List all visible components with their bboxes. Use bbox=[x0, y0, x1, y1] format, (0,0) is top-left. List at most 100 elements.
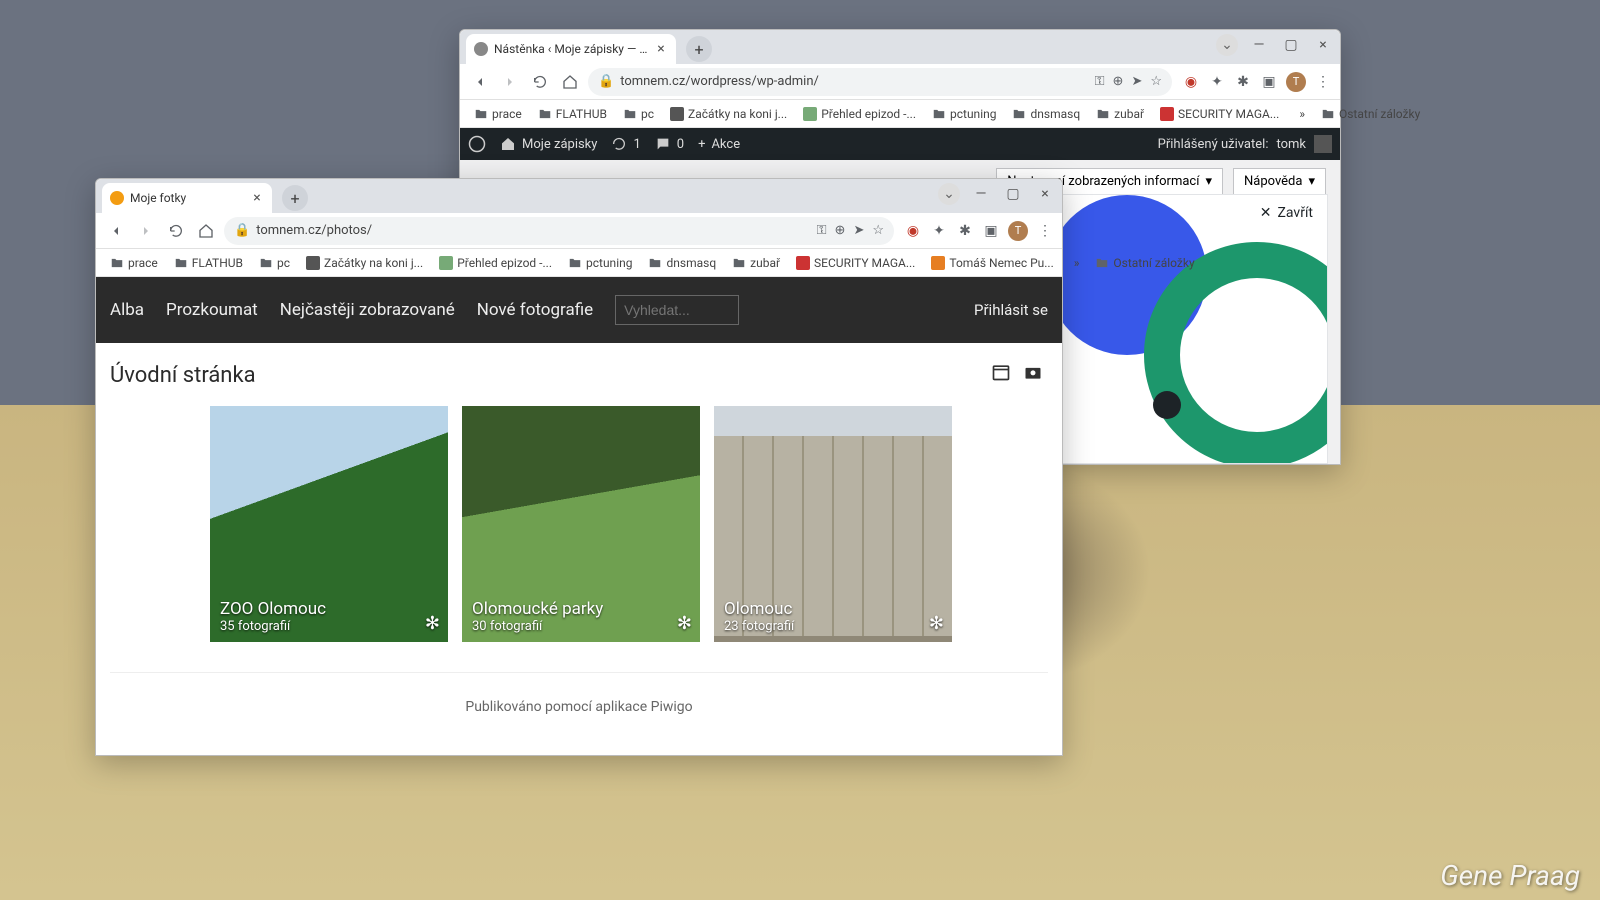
extension-icon[interactable]: ✦ bbox=[1208, 73, 1226, 91]
kebab-menu-icon[interactable]: ⋮ bbox=[1314, 73, 1332, 91]
bookmark-item[interactable]: SECURITY MAGA... bbox=[790, 254, 921, 272]
browser-tab[interactable]: Moje fotky × bbox=[102, 183, 272, 213]
wp-logo-icon[interactable] bbox=[468, 135, 486, 153]
extensions-menu-icon[interactable]: ✱ bbox=[956, 222, 974, 240]
bookmarks-overflow[interactable]: » bbox=[1068, 254, 1086, 272]
maximize-button[interactable]: ▢ bbox=[1280, 34, 1302, 56]
bookmark-folder[interactable]: pc bbox=[253, 254, 296, 272]
close-button[interactable]: × bbox=[1034, 183, 1056, 205]
wp-comments[interactable]: 0 bbox=[655, 136, 684, 152]
nav-new-photos[interactable]: Nové fotografie bbox=[477, 300, 593, 320]
bookmark-item[interactable]: Začátky na koni j... bbox=[664, 105, 793, 123]
tab-strip: Nástěnka ‹ Moje zápisky — W × + ⌄ — ▢ × bbox=[460, 30, 1340, 64]
back-button[interactable] bbox=[104, 219, 128, 243]
album-count: 23 fotografií bbox=[724, 619, 942, 634]
globe-icon bbox=[474, 42, 488, 56]
nav-explore[interactable]: Prozkoumat bbox=[166, 300, 258, 320]
zoom-icon[interactable]: ⊕ bbox=[835, 223, 846, 238]
album-grid: ZOO Olomouc 35 fotografií ✻ Olomoucké pa… bbox=[110, 406, 1048, 642]
bookmarks-overflow[interactable]: » bbox=[1293, 105, 1311, 123]
bookmark-folder[interactable]: FLATHUB bbox=[532, 105, 613, 123]
chrome-profile-icon[interactable]: ⌄ bbox=[938, 183, 960, 205]
forward-button[interactable] bbox=[134, 219, 158, 243]
other-bookmarks[interactable]: Ostatní záložky bbox=[1089, 254, 1200, 272]
key-icon[interactable]: ⚿ bbox=[1095, 74, 1105, 89]
calendar-icon[interactable] bbox=[990, 361, 1012, 383]
bookmark-item[interactable]: SECURITY MAGA... bbox=[1154, 105, 1285, 123]
extensions-area: ◉ ✦ ✱ ▣ T ⋮ bbox=[1178, 72, 1332, 92]
nav-albums[interactable]: Alba bbox=[110, 300, 144, 320]
close-button[interactable]: × bbox=[1312, 34, 1334, 56]
bookmark-folder[interactable]: pctuning bbox=[562, 254, 638, 272]
piwigo-nav: Alba Prozkoumat Nejčastěji zobrazované N… bbox=[96, 277, 1062, 343]
address-bar[interactable]: 🔒 tomnem.cz/photos/ ⚿ ⊕ ➤ ☆ bbox=[224, 217, 894, 245]
browser-tab[interactable]: Nástěnka ‹ Moje zápisky — W × bbox=[466, 34, 676, 64]
minimize-button[interactable]: — bbox=[970, 183, 992, 205]
sidepanel-icon[interactable]: ▣ bbox=[1260, 73, 1278, 91]
chrome-profile-icon[interactable]: ⌄ bbox=[1216, 34, 1238, 56]
new-tab-button[interactable]: + bbox=[686, 36, 712, 62]
star-icon[interactable]: ☆ bbox=[872, 223, 884, 238]
desktop-watermark: Gene Praag bbox=[1440, 859, 1580, 892]
login-link[interactable]: Přihlásit se bbox=[974, 301, 1048, 319]
lock-icon: 🔒 bbox=[598, 74, 614, 89]
piwigo-content: Úvodní stránka ZOO Olomouc 35 fotografií… bbox=[96, 343, 1062, 755]
wp-user-menu[interactable]: Přihlášený uživatel: tomk bbox=[1158, 135, 1332, 153]
bookmark-item[interactable]: Tomáš Nemec Pu... bbox=[925, 254, 1059, 272]
close-icon[interactable]: × bbox=[250, 191, 264, 205]
bookmark-folder[interactable]: FLATHUB bbox=[168, 254, 249, 272]
ublock-icon[interactable]: ◉ bbox=[904, 222, 922, 240]
zoom-icon[interactable]: ⊕ bbox=[1113, 74, 1124, 89]
key-icon[interactable]: ⚿ bbox=[817, 223, 827, 238]
new-tab-button[interactable]: + bbox=[282, 185, 308, 211]
maximize-button[interactable]: ▢ bbox=[1002, 183, 1024, 205]
bookmark-folder[interactable]: prace bbox=[468, 105, 528, 123]
back-button[interactable] bbox=[468, 70, 492, 94]
album-title: Olomouc bbox=[724, 599, 942, 619]
album-card[interactable]: Olomoucké parky 30 fotografií ✻ bbox=[462, 406, 700, 642]
send-icon[interactable]: ➤ bbox=[1131, 74, 1142, 89]
album-card[interactable]: ZOO Olomouc 35 fotografií ✻ bbox=[210, 406, 448, 642]
extensions-menu-icon[interactable]: ✱ bbox=[1234, 73, 1252, 91]
kebab-menu-icon[interactable]: ⋮ bbox=[1036, 222, 1054, 240]
send-icon[interactable]: ➤ bbox=[853, 223, 864, 238]
bookmark-folder[interactable]: pc bbox=[617, 105, 660, 123]
close-icon[interactable]: × bbox=[654, 42, 668, 56]
ublock-icon[interactable]: ◉ bbox=[1182, 73, 1200, 91]
wp-new[interactable]: + Akce bbox=[698, 137, 740, 152]
search-input[interactable] bbox=[615, 295, 739, 325]
album-count: 30 fotografií bbox=[472, 619, 690, 634]
forward-button[interactable] bbox=[498, 70, 522, 94]
extension-icon[interactable]: ✦ bbox=[930, 222, 948, 240]
bookmark-item[interactable]: Přehled epizod -... bbox=[797, 105, 922, 123]
home-button[interactable] bbox=[194, 219, 218, 243]
star-icon[interactable]: ☆ bbox=[1150, 74, 1162, 89]
bookmark-folder[interactable]: zubař bbox=[726, 254, 786, 272]
reload-button[interactable] bbox=[528, 70, 552, 94]
wp-site-link[interactable]: Moje zápisky bbox=[500, 136, 597, 152]
home-button[interactable] bbox=[558, 70, 582, 94]
other-bookmarks[interactable]: Ostatní záložky bbox=[1315, 105, 1426, 123]
album-count: 35 fotografií bbox=[220, 619, 438, 634]
profile-avatar[interactable]: T bbox=[1008, 221, 1028, 241]
bookmark-folder[interactable]: dnsmasq bbox=[1006, 105, 1086, 123]
album-card[interactable]: Olomouc 23 fotografií ✻ bbox=[714, 406, 952, 642]
bookmark-folder[interactable]: dnsmasq bbox=[642, 254, 722, 272]
profile-avatar[interactable]: T bbox=[1286, 72, 1306, 92]
wp-updates[interactable]: 1 bbox=[611, 136, 640, 152]
minimize-button[interactable]: — bbox=[1248, 34, 1270, 56]
bookmark-folder[interactable]: prace bbox=[104, 254, 164, 272]
url-text: tomnem.cz/photos/ bbox=[256, 223, 372, 238]
url-text: tomnem.cz/wordpress/wp-admin/ bbox=[620, 74, 819, 89]
tab-title: Moje fotky bbox=[130, 191, 244, 205]
bookmark-item[interactable]: Začátky na koni j... bbox=[300, 254, 429, 272]
help-button[interactable]: Nápověda ▾ bbox=[1233, 168, 1326, 195]
nav-most-viewed[interactable]: Nejčastěji zobrazované bbox=[280, 300, 455, 320]
address-bar[interactable]: 🔒 tomnem.cz/wordpress/wp-admin/ ⚿ ⊕ ➤ ☆ bbox=[588, 68, 1172, 96]
bookmark-folder[interactable]: zubař bbox=[1090, 105, 1150, 123]
sidepanel-icon[interactable]: ▣ bbox=[982, 222, 1000, 240]
camera-icon[interactable] bbox=[1022, 361, 1044, 383]
bookmark-item[interactable]: Přehled epizod -... bbox=[433, 254, 558, 272]
bookmark-folder[interactable]: pctuning bbox=[926, 105, 1002, 123]
reload-button[interactable] bbox=[164, 219, 188, 243]
